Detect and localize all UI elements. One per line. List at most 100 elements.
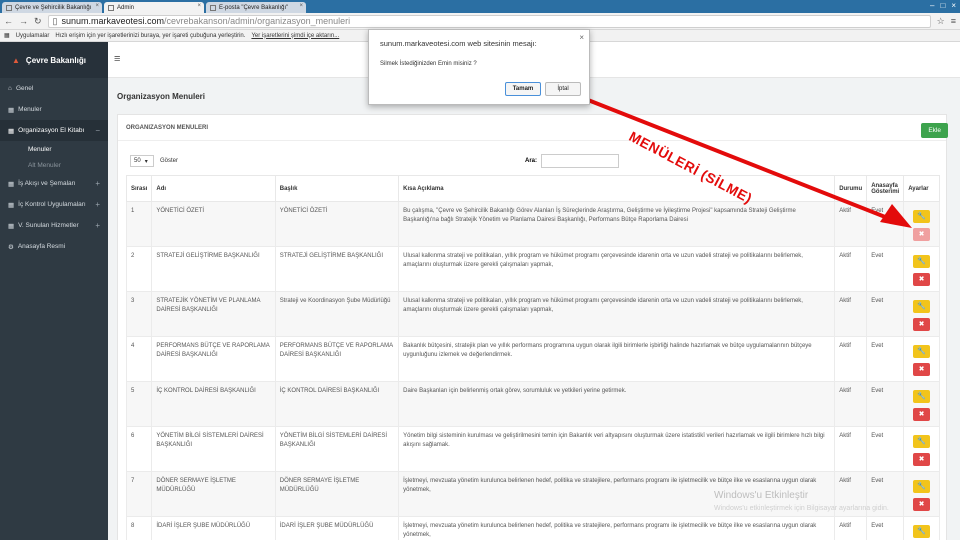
col-header-settings: Ayarlar <box>903 175 940 202</box>
edit-wrench-icon[interactable]: 🔧 <box>913 300 931 313</box>
col-header-title[interactable]: Başlık <box>274 175 400 202</box>
address-bar-row: ← → ↻ ▯ sunum.markaveotesi.com/cevrebaka… <box>0 13 960 30</box>
bookmarks-hint: Hızlı erişim için yer işaretlerinizi bur… <box>55 32 246 39</box>
grid-icon: ▦ <box>8 180 15 188</box>
forward-icon[interactable]: → <box>19 16 28 26</box>
edit-wrench-icon[interactable]: 🔧 <box>913 480 931 493</box>
cell-actions: 🔧✖ <box>903 291 940 337</box>
sidebar-item-hizmetler[interactable]: ▦ V. Sunulan Hizmetler + <box>0 215 108 236</box>
sidebar-subitem-alt-menuler[interactable]: Alt Menuler <box>0 157 108 173</box>
search-input[interactable] <box>541 154 620 168</box>
windows-watermark-subtitle: Windows'u etkinleştirmek için Bilgisayar… <box>714 505 889 512</box>
cell-title: PERFORMANS BÜTÇE VE RAPORLAMA DAİRESİ BA… <box>274 336 400 382</box>
mountain-logo-icon: ▲ <box>12 55 20 65</box>
star-icon[interactable]: ☆ <box>937 16 945 27</box>
close-window-icon[interactable]: × <box>951 1 956 10</box>
sidebar-subitem-menuler[interactable]: Menuler <box>0 141 108 157</box>
delete-x-icon[interactable]: ✖ <box>913 453 931 466</box>
show-label: Göster <box>160 158 179 164</box>
col-header-name[interactable]: Adı <box>151 175 276 202</box>
close-icon[interactable]: × <box>299 3 303 9</box>
menus-table: Sırası Adı Başlık Kısa Açıklama Durumu A… <box>125 175 940 540</box>
grid-icon: ▦ <box>8 222 15 230</box>
cell-title: DÖNER SERMAYE İŞLETME MÜDÜRLÜĞÜ <box>274 471 400 517</box>
browser-tab[interactable]: Çevre ve Şehircilik Bakanlığı × <box>2 2 102 13</box>
close-icon[interactable]: × <box>197 3 201 9</box>
delete-x-icon[interactable]: ✖ <box>913 273 931 286</box>
cell-description: Ulusal kalkınma strateji ve politikaları… <box>398 246 836 292</box>
back-icon[interactable]: ← <box>4 16 13 26</box>
search-control: Ara: <box>525 154 620 168</box>
window-controls: – □ × <box>930 1 956 10</box>
sidebar-item-anasayfa-resmi[interactable]: ⚙ Anasayfa Resmi <box>0 236 108 257</box>
import-bookmarks-link[interactable]: Yer işaretlerini şimdi içe aktarın... <box>251 33 339 39</box>
cell-order: 2 <box>125 246 153 292</box>
edit-wrench-icon[interactable]: 🔧 <box>913 390 931 403</box>
cell-title: İDARİ İŞLER ŞUBE MÜDÜRLÜĞÜ <box>274 516 400 540</box>
edit-wrench-icon[interactable]: 🔧 <box>913 435 931 448</box>
minimize-icon[interactable]: – <box>930 1 934 10</box>
ok-button[interactable]: Tamam <box>505 82 541 96</box>
brand[interactable]: ▲ Çevre Bakanlığı <box>0 42 108 78</box>
cell-status: Aktif <box>834 246 868 292</box>
sidebar-item-is-akisi[interactable]: ▦ İş Akışı ve Şemaları + <box>0 173 108 194</box>
cancel-button[interactable]: İptal <box>545 82 581 96</box>
brand-label: Çevre Bakanlığı <box>25 55 86 65</box>
cell-name: İÇ KONTROL DAİRESİ BAŞKANLIĞI <box>151 381 276 427</box>
apps-icon: ▦ <box>4 33 10 39</box>
col-header-order[interactable]: Sırası <box>125 175 153 202</box>
delete-x-icon[interactable]: ✖ <box>913 498 931 511</box>
table-row: 3 STRATEJİK YÖNETİM VE PLANLAMA DAİRESİ B… <box>125 291 940 337</box>
col-header-status[interactable]: Durumu <box>834 175 868 202</box>
hamburger-menu-icon[interactable]: ≡ <box>114 54 124 65</box>
table-row: 2 STRATEJİ GELİŞTİRME BAŞKANLIĞI STRATEJİ … <box>125 246 940 292</box>
cell-title: YÖNETİM BİLGİ SİSTEMLERİ DAİRESİ BAŞKANL… <box>274 426 400 472</box>
cell-title: YÖNETİCİ ÖZETİ <box>274 201 400 247</box>
reload-icon[interactable]: ↻ <box>34 16 42 27</box>
sidebar-item-menuler[interactable]: ▦ Menuler <box>0 99 108 120</box>
apps-link[interactable]: Uygulamalar <box>16 33 50 39</box>
close-icon[interactable]: × <box>579 33 584 42</box>
search-label: Ara: <box>525 158 538 164</box>
page-title: Organizasyon Menuleri <box>117 92 206 101</box>
table-row: 5 İÇ KONTROL DAİRESİ BAŞKANLIĞI İÇ KONTROL… <box>125 381 940 427</box>
close-icon[interactable]: × <box>95 3 99 9</box>
favicon-icon <box>108 4 114 11</box>
cell-actions: 🔧✖ <box>903 471 940 517</box>
cell-homepage: Evet <box>866 201 905 247</box>
delete-x-icon[interactable]: ✖ <box>913 408 931 421</box>
expand-icon: + <box>95 221 100 230</box>
col-header-description[interactable]: Kısa Açıklama <box>398 175 836 202</box>
cell-description: İşletmeyi, mevzuata yönetim kurulunca be… <box>398 516 836 540</box>
delete-x-icon[interactable]: ✖ <box>913 228 931 241</box>
maximize-icon[interactable]: □ <box>940 1 945 10</box>
cell-description: Ulusal kalkınma strateji ve politikaları… <box>398 291 836 337</box>
url-domain: sunum.markaveotesi.com <box>61 16 165 26</box>
cell-status: Aktif <box>834 291 868 337</box>
cell-order: 4 <box>125 336 153 382</box>
browser-tab-active[interactable]: Admin × <box>104 2 204 13</box>
delete-x-icon[interactable]: ✖ <box>913 318 931 331</box>
cell-status: Aktif <box>834 336 868 382</box>
cell-description: Bakanlık bütçesini, stratejik plan ve yı… <box>398 336 836 382</box>
cell-homepage: Evet <box>866 381 905 427</box>
edit-wrench-icon[interactable]: 🔧 <box>913 525 931 538</box>
page-size-control: 50 ▾ Göster <box>130 155 178 167</box>
sidebar-item-organizasyon[interactable]: ▦ Organizasyon El Kitabı − <box>0 120 108 141</box>
cell-actions: 🔧✖ <box>903 336 940 382</box>
menu-icon[interactable]: ≡ <box>951 16 956 26</box>
edit-wrench-icon[interactable]: 🔧 <box>913 345 931 358</box>
grid-icon: ▦ <box>8 201 15 209</box>
cell-status: Aktif <box>834 426 868 472</box>
col-header-homepage[interactable]: Anasayfa Gösterimi <box>866 175 905 202</box>
url-input[interactable]: ▯ sunum.markaveotesi.com/cevrebakanson/a… <box>47 14 931 28</box>
add-button[interactable]: Ekle <box>921 123 948 138</box>
sidebar-item-genel[interactable]: ⌂ Genel <box>0 78 108 99</box>
delete-x-icon[interactable]: ✖ <box>913 363 931 376</box>
browser-tab[interactable]: E-posta "Çevre Bakanlığı" × <box>206 2 306 13</box>
edit-wrench-icon[interactable]: 🔧 <box>913 255 931 268</box>
sidebar-item-ic-kontrol[interactable]: ▦ İç Kontrol Uygulamaları + <box>0 194 108 215</box>
edit-wrench-icon[interactable]: 🔧 <box>913 210 931 223</box>
cell-status: Aktif <box>834 516 868 540</box>
page-size-select[interactable]: 50 ▾ <box>130 155 154 167</box>
